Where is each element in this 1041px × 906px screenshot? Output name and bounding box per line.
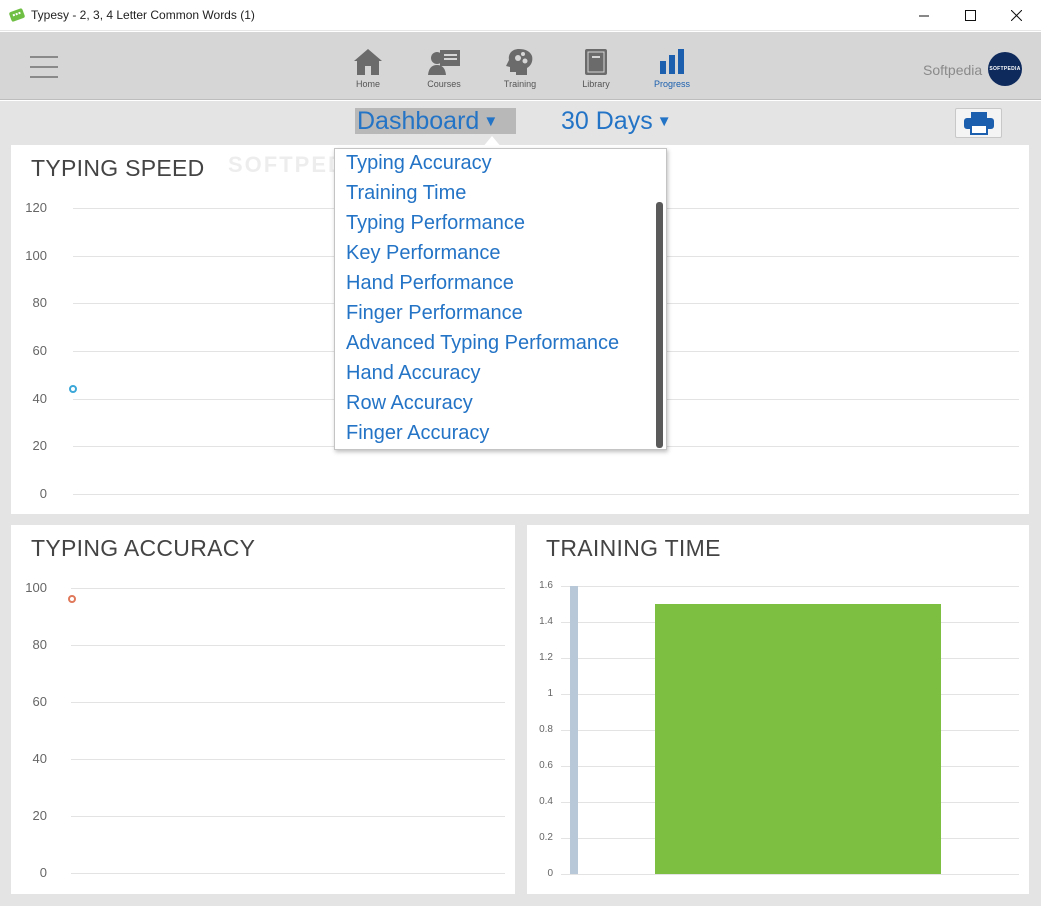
gridline: [71, 702, 505, 703]
home-icon: [354, 49, 382, 75]
window-titlebar: Typesy - 2, 3, 4 Letter Common Words (1): [0, 0, 1041, 31]
training-time-panel: TRAINING TIME 1.6 1.4 1.2 1 0.8 0.6 0.4 0.2 0: [527, 525, 1029, 894]
nav-training-label: Training: [503, 79, 537, 89]
y-tick-label: 0: [547, 868, 553, 879]
dropdown-item-typing-performance[interactable]: Typing Performance: [346, 212, 525, 235]
hamburger-line: [30, 76, 58, 78]
nav-progress[interactable]: Progress: [642, 48, 702, 94]
courses-icon: [428, 50, 460, 75]
gridline: [73, 494, 1019, 495]
maximize-button[interactable]: [947, 0, 993, 31]
nav-library[interactable]: Library: [566, 48, 626, 94]
library-icon: [585, 49, 607, 75]
dropdown-item-advanced-typing-performance[interactable]: Advanced Typing Performance: [346, 332, 619, 355]
y-tick-label: 60: [32, 343, 47, 358]
user-name: Softpedia: [923, 62, 983, 78]
chevron-down-icon: ▼: [483, 113, 499, 130]
nav-home-label: Home: [355, 79, 380, 89]
maximize-icon: [964, 10, 976, 21]
typing-accuracy-panel: TYPING ACCURACY 100 80 60 40 20 0: [11, 525, 515, 894]
y-tick-label: 0.2: [539, 832, 553, 843]
dropdown-item-key-performance[interactable]: Key Performance: [346, 242, 501, 265]
y-tick-label: 0.6: [539, 760, 553, 771]
y-tick-label: 1.2: [539, 652, 553, 663]
y-tick-label: 40: [32, 751, 47, 766]
y-tick-label: 0.8: [539, 724, 553, 735]
gridline: [71, 873, 505, 874]
gridline: [71, 645, 505, 646]
avatar-text: SOFTPEDIA: [989, 66, 1021, 72]
dropdown-item-training-time[interactable]: Training Time: [346, 182, 466, 205]
y-tick-label: 0: [39, 486, 47, 501]
hamburger-line: [30, 66, 58, 68]
y-tick-label: 1.4: [539, 616, 553, 627]
typing-speed-title: TYPING SPEED: [31, 155, 205, 181]
app-header: Home Courses Training Library Progress S…: [0, 32, 1041, 100]
range-select[interactable]: 30 Days ▼: [561, 108, 672, 134]
minimize-button[interactable]: [901, 0, 947, 31]
nav-courses-label: Courses: [427, 79, 461, 89]
gridline: [71, 816, 505, 817]
minimize-icon: [918, 15, 929, 17]
gridline: [71, 759, 505, 760]
window-title: Typesy - 2, 3, 4 Letter Common Words (1): [31, 8, 255, 22]
dropdown-pointer: [482, 136, 502, 148]
y-tick-label: 1.6: [539, 580, 553, 591]
y-tick-label: 1: [547, 688, 553, 699]
training-icon: [506, 49, 533, 75]
progress-icon: [660, 49, 684, 74]
chevron-down-icon: ▼: [656, 113, 672, 130]
y-tick-label: 20: [32, 808, 47, 823]
y-tick-label: 0.4: [539, 796, 553, 807]
training-time-bar[interactable]: [655, 604, 941, 874]
dropdown-item-typing-accuracy[interactable]: Typing Accuracy: [346, 152, 492, 175]
dropdown-scrollbar[interactable]: [656, 202, 663, 448]
nav-library-label: Library: [582, 79, 610, 89]
typesy-logo-icon: [9, 8, 25, 22]
y-tick-label: 80: [32, 637, 47, 652]
view-select-value: Dashboard: [357, 107, 480, 135]
y-tick-label: 40: [32, 390, 47, 406]
y-tick-label: 100: [25, 580, 47, 595]
y-tick-label: 100: [25, 247, 47, 263]
gridline: [561, 586, 1019, 587]
close-icon: [1010, 10, 1022, 21]
y-tick-label: 60: [32, 694, 47, 709]
nav-training[interactable]: Training: [490, 48, 550, 94]
hamburger-line: [30, 56, 58, 58]
nav-home[interactable]: Home: [338, 48, 398, 94]
view-select[interactable]: Dashboard ▼: [355, 108, 516, 134]
y-tick-label: 20: [32, 438, 47, 454]
dropdown-item-hand-accuracy[interactable]: Hand Accuracy: [346, 362, 481, 385]
menu-button[interactable]: [30, 56, 58, 78]
y-tick-label: 120: [25, 200, 47, 215]
dropdown-item-finger-performance[interactable]: Finger Performance: [346, 302, 523, 325]
close-button[interactable]: [993, 0, 1039, 31]
dropdown-item-finger-accuracy[interactable]: Finger Accuracy: [346, 422, 489, 445]
data-point[interactable]: [68, 595, 76, 604]
typing-accuracy-title: TYPING ACCURACY: [31, 535, 256, 561]
gridline: [71, 588, 505, 589]
gridline: [561, 874, 1019, 875]
data-point[interactable]: [69, 385, 77, 394]
y-tick-label: 80: [32, 295, 47, 311]
y-tick-label: 0: [39, 865, 47, 880]
nav-courses[interactable]: Courses: [414, 48, 474, 94]
dashboard-toolbar: [0, 101, 1041, 145]
view-dropdown-menu: Typing Accuracy Training Time Typing Perfo…: [334, 148, 667, 450]
avatar[interactable]: SOFTPEDIA: [988, 52, 1022, 86]
printer-icon: [963, 112, 994, 135]
dropdown-item-row-accuracy[interactable]: Row Accuracy: [346, 392, 473, 415]
dropdown-item-hand-performance[interactable]: Hand Performance: [346, 272, 514, 295]
y-axis-bar: [570, 586, 578, 874]
print-button[interactable]: [955, 108, 1002, 138]
range-select-value: 30 Days: [561, 107, 653, 135]
nav-progress-label: Progress: [653, 79, 690, 89]
training-time-title: TRAINING TIME: [546, 535, 721, 561]
